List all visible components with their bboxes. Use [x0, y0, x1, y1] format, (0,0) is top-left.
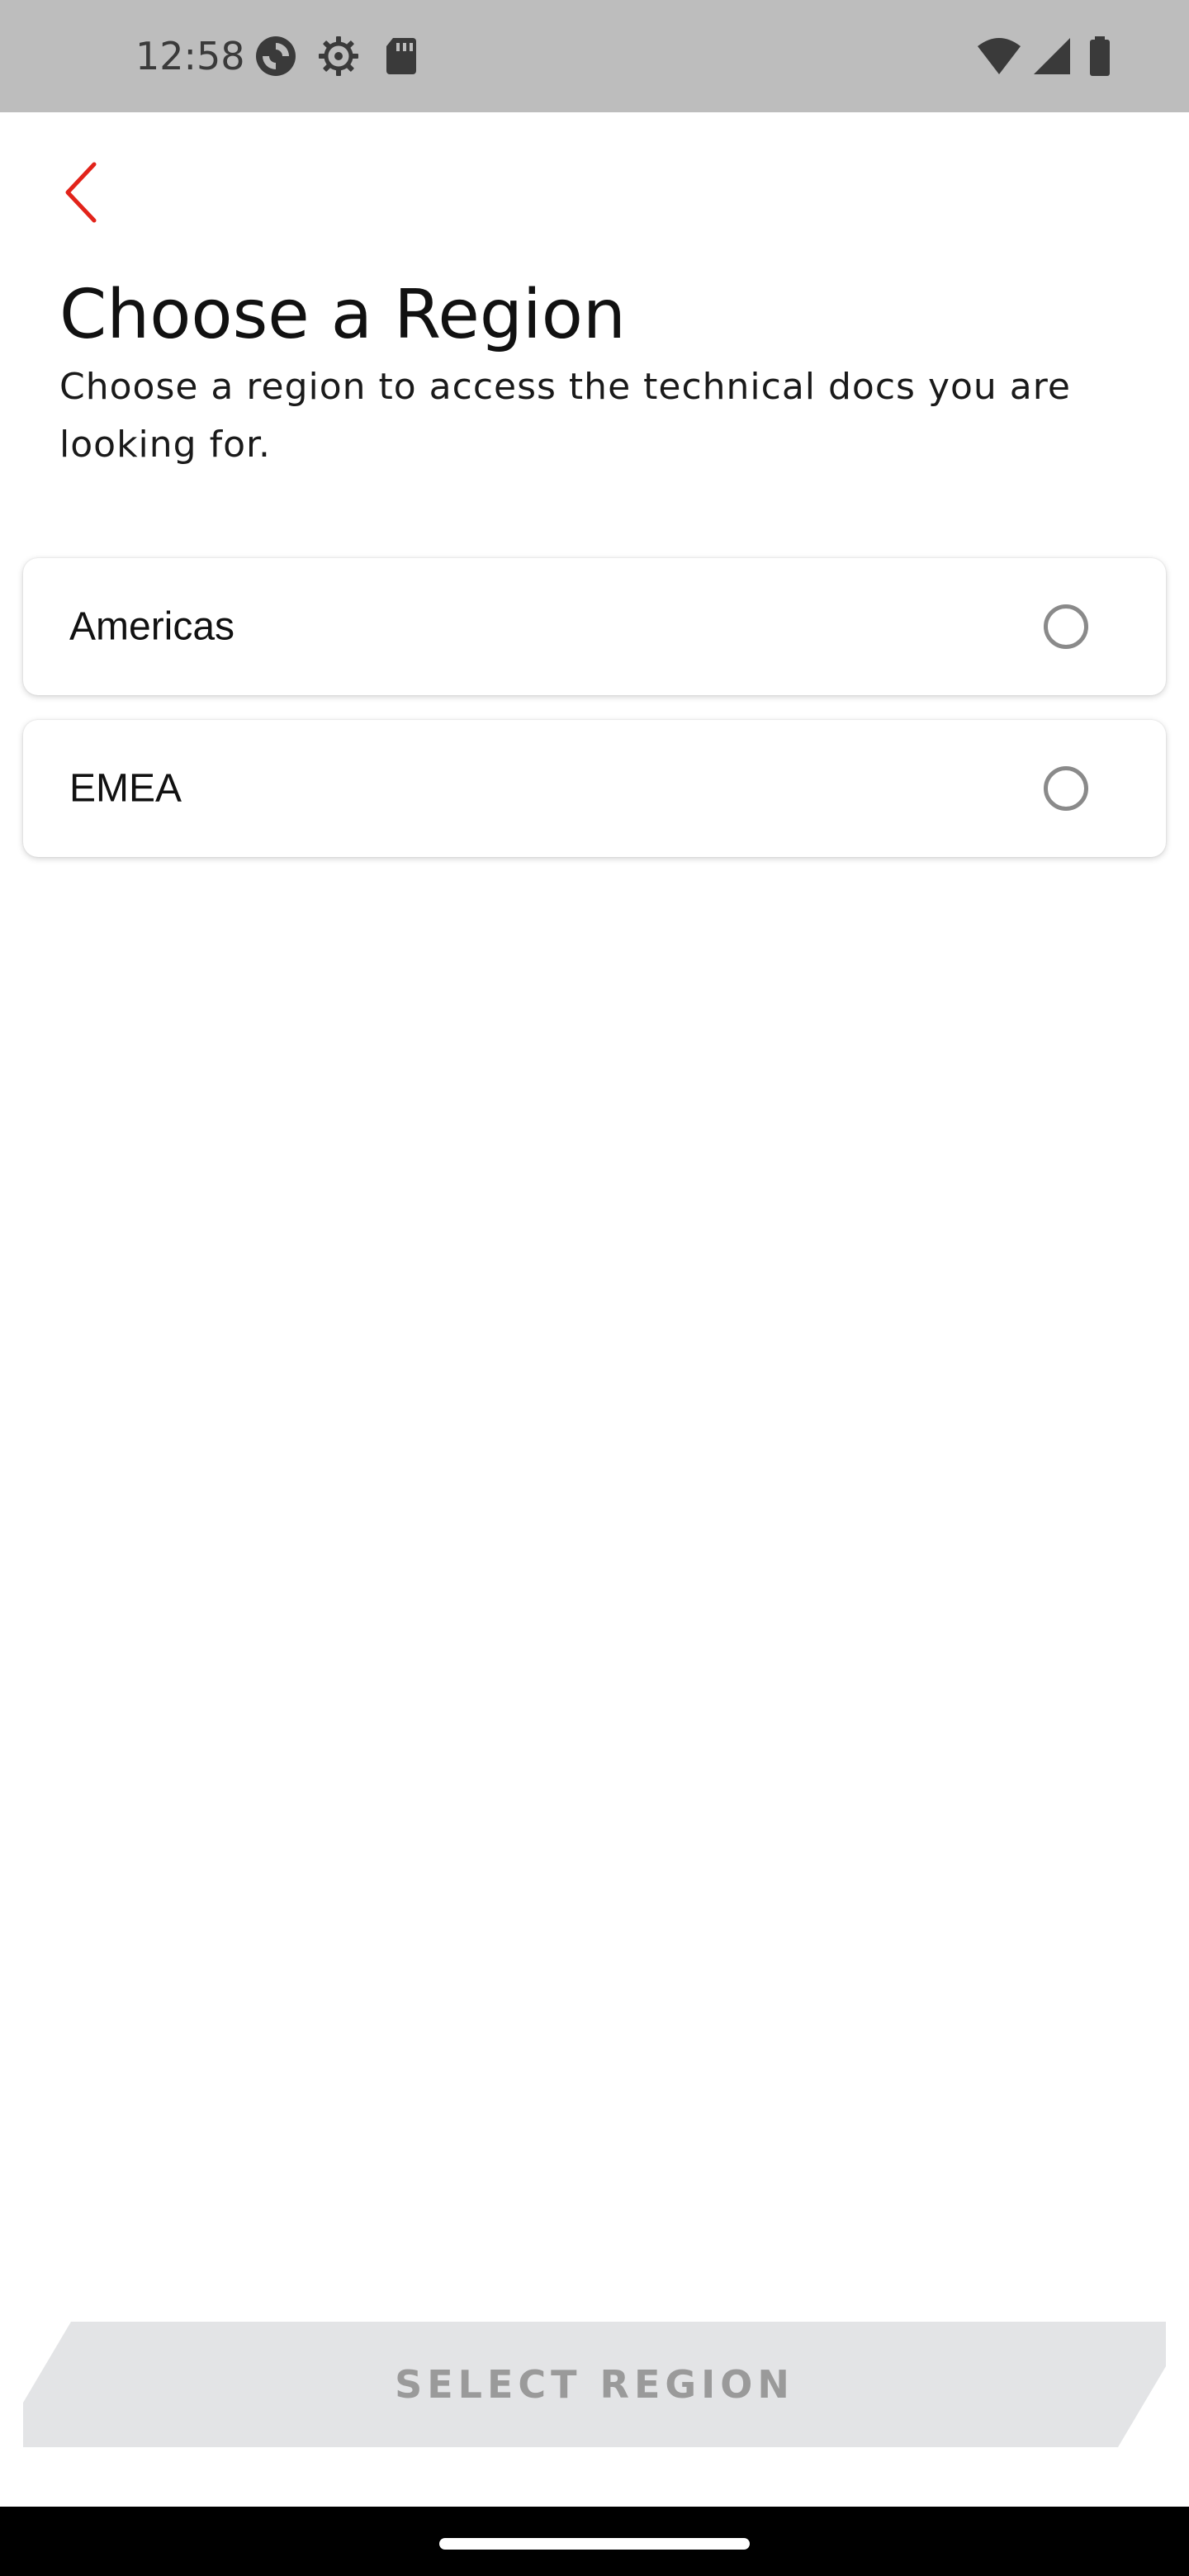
- page-title: Choose a Region: [59, 276, 626, 354]
- sync-icon: [253, 33, 299, 79]
- radio-button-americas[interactable]: [1044, 604, 1088, 649]
- radio-button-emea[interactable]: [1044, 766, 1088, 811]
- home-indicator[interactable]: [439, 2538, 750, 2550]
- region-label: EMEA: [69, 766, 182, 811]
- battery-icon: [1077, 33, 1123, 79]
- region-option-emea[interactable]: EMEA: [23, 720, 1166, 857]
- back-button[interactable]: [48, 155, 114, 230]
- region-option-americas[interactable]: Americas: [23, 558, 1166, 695]
- select-region-button[interactable]: SELECT REGION: [23, 2322, 1166, 2447]
- status-bar: 12:58: [0, 0, 1189, 112]
- sd-card-icon: [378, 33, 424, 79]
- cell-signal-icon: [1029, 33, 1075, 79]
- region-list: Americas EMEA: [23, 558, 1166, 882]
- status-time: 12:58: [135, 34, 245, 78]
- settings-gear-icon: [315, 33, 362, 79]
- navigation-bar: [0, 2507, 1189, 2576]
- select-region-button-label: SELECT REGION: [395, 2362, 794, 2407]
- chevron-left-icon: [65, 162, 97, 223]
- page-subtitle: Choose a region to access the technical …: [59, 366, 1071, 466]
- region-label: Americas: [69, 604, 235, 649]
- wifi-icon: [976, 33, 1022, 79]
